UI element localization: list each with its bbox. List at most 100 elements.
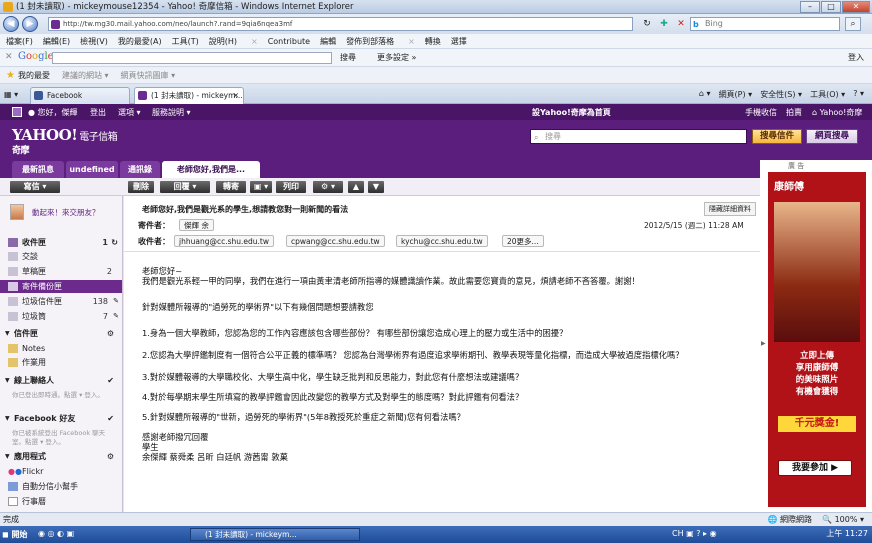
search-mail-button[interactable]: 搜尋信件	[752, 129, 802, 144]
section-online-contacts[interactable]: ▼ 線上聯絡人 ✔	[0, 374, 122, 387]
google-search-input[interactable]	[52, 52, 332, 64]
ad-collapse-icon[interactable]: ▶	[761, 340, 766, 347]
search-icon[interactable]: ⌕	[845, 17, 861, 31]
help-icon[interactable]: ? ▾	[853, 89, 864, 100]
sidebar-item-inbox[interactable]: 收件匣 1 ↻	[0, 236, 122, 249]
sidebar-item-mail-filter[interactable]: 自動分信小幫手	[0, 480, 122, 493]
edit-button[interactable]: 編輯	[320, 36, 336, 47]
maximize-button[interactable]: □	[821, 1, 841, 13]
menu-favorites[interactable]: 我的最愛(A)	[118, 36, 162, 47]
sidebar-item-spam[interactable]: 垃圾信件匣 138 ✎	[0, 295, 122, 308]
web-slice-gallery[interactable]: 網頁快訊圖庫 ▾	[121, 70, 176, 81]
back-icon[interactable]: ◀	[3, 16, 19, 32]
gear-icon[interactable]: ⚙	[107, 327, 114, 340]
sidebar-item-sent[interactable]: 寄件備份匣	[0, 280, 122, 293]
minimize-button[interactable]: –	[800, 1, 820, 13]
status-toggle-icon[interactable]: ✔	[107, 412, 114, 425]
safety-menu[interactable]: 安全性(S) ▾	[760, 89, 802, 100]
quick-launch-icons[interactable]: ◉ ◎ ◐ ▣	[38, 529, 74, 538]
sidebar-item-drafts[interactable]: 草稿匣 2	[0, 265, 122, 278]
sidebar-item-calendar[interactable]: 行事曆	[0, 495, 122, 508]
menu-help[interactable]: 說明(H)	[209, 36, 237, 47]
suggested-sites[interactable]: 建議的網站 ▾	[62, 70, 109, 81]
recipient-chip[interactable]: jhhuang@cc.shu.edu.tw	[174, 235, 274, 247]
auction-link[interactable]: 拍賣	[786, 107, 802, 118]
hide-details-button[interactable]: 隱藏詳細資料	[704, 202, 756, 216]
delete-button[interactable]: 刪除	[128, 181, 154, 193]
stop-icon[interactable]: ✕	[674, 17, 688, 31]
menu-view[interactable]: 檢視(V)	[80, 36, 108, 47]
page-menu[interactable]: 網頁(P) ▾	[719, 89, 753, 100]
move-folder-icon[interactable]: ▣ ▾	[250, 181, 272, 193]
section-folders[interactable]: ▼ 信件匣 ⚙	[0, 327, 122, 340]
forward-icon[interactable]: ▶	[22, 16, 38, 32]
close-button[interactable]: ✕	[842, 1, 870, 13]
options-link[interactable]: 選項 ▾	[118, 107, 141, 118]
gear-icon[interactable]: ⚙	[107, 450, 114, 463]
reply-button[interactable]: 回覆 ▾	[160, 181, 210, 193]
google-login[interactable]: 登入	[848, 52, 864, 63]
set-homepage-link[interactable]: 設Yahoo!奇摩為首頁	[532, 107, 611, 118]
compose-button[interactable]: 寫信 ▾	[10, 181, 60, 193]
bing-search-input[interactable]: b Bing	[690, 17, 840, 31]
print-button[interactable]: 列印	[276, 181, 306, 193]
ad-join-button[interactable]: 我要參加 ▶	[778, 460, 852, 476]
tab-contacts[interactable]: 通訊錄	[120, 161, 160, 178]
google-more-settings[interactable]: 更多設定 »	[377, 52, 416, 63]
menu-file[interactable]: 檔案(F)	[6, 36, 33, 47]
recipient-chip[interactable]: cpwang@cc.shu.edu.tw	[286, 235, 385, 247]
sidebar-item-conversations[interactable]: 交談	[0, 250, 122, 263]
tab-facebook[interactable]: Facebook	[30, 87, 130, 104]
url-input[interactable]: http://tw.mg30.mail.yahoo.com/neo/launch…	[48, 17, 633, 31]
sidebar-item-notes[interactable]: Notes	[0, 342, 122, 355]
zoom-level[interactable]: 🔍 100% ▾	[822, 513, 864, 526]
sidebar-item-flickr[interactable]: ●● Flickr	[0, 465, 122, 478]
menu-tools[interactable]: 工具(T)	[172, 36, 199, 47]
refresh-icon[interactable]: ↻	[111, 236, 118, 249]
yahoo-mail-logo[interactable]: YAHOO! 電子信箱 奇摩	[12, 126, 118, 156]
help-link[interactable]: 服務說明 ▾	[152, 107, 191, 118]
section-applications[interactable]: ▼ 應用程式 ⚙	[0, 450, 122, 463]
tab-undefined[interactable]: undefined	[66, 161, 118, 178]
convert-button[interactable]: 轉換	[425, 36, 441, 47]
yahoo-home-link[interactable]: ⌂ Yahoo!奇摩	[812, 107, 862, 118]
next-message-icon[interactable]: ▼	[368, 181, 384, 193]
select-button[interactable]: 選擇	[451, 36, 467, 47]
favorites-label[interactable]: 我的最愛	[18, 70, 50, 81]
home-icon[interactable]: ⌂ ▾	[699, 89, 711, 100]
kangshifu-ad-banner[interactable]: 康師傅 立即上傳 享用康師傅 的美味照片 有機會獲得 千元獎金! 我要參加 ▶	[768, 172, 866, 507]
mail-search-input[interactable]: ⌕ 搜尋	[530, 129, 747, 144]
close-tab-icon[interactable]: ✕	[233, 88, 239, 103]
section-facebook-friends[interactable]: ▼ Facebook 好友 ✔	[0, 412, 122, 425]
menu-edit[interactable]: 編輯(E)	[43, 36, 70, 47]
actions-gear-icon[interactable]: ⚙ ▾	[313, 181, 343, 193]
tab-yahoo-mail[interactable]: (1 封未讀取) - mickeym... ✕	[134, 87, 244, 104]
broom-icon[interactable]: ✎	[113, 310, 119, 323]
tab-latest-news[interactable]: 最新訊息	[12, 161, 64, 178]
mobile-mail-link[interactable]: 手機收信	[745, 107, 777, 118]
taskbar-item-ie[interactable]: (1 封未讀取) - mickeym...	[190, 528, 360, 541]
status-toggle-icon[interactable]: ✔	[107, 374, 114, 387]
avatar[interactable]	[10, 204, 24, 220]
tray-icons[interactable]: CH ▣ ? ▸ ◉	[672, 529, 717, 538]
blog-post-button[interactable]: 發佈到部落格	[346, 36, 394, 47]
sender-chip[interactable]: 傑輝 余	[179, 219, 214, 231]
forward-button[interactable]: 轉寄	[216, 181, 246, 193]
start-button[interactable]: ◼ 開始	[2, 527, 34, 542]
broom-icon[interactable]: ✎	[113, 295, 119, 308]
tab-open-message[interactable]: 老師您好,我們是...	[162, 161, 260, 178]
tools-menu[interactable]: 工具(O) ▾	[810, 89, 845, 100]
sidebar-item-trash[interactable]: 垃圾筒 7 ✎	[0, 310, 122, 323]
close-toolbar-icon[interactable]: ✕	[5, 52, 13, 62]
status-message[interactable]: 動起來！來交朋友？	[32, 207, 100, 218]
quick-tabs-icon[interactable]: ▦ ▾	[4, 90, 18, 99]
logout-link[interactable]: 登出	[90, 107, 106, 118]
contribute-button[interactable]: Contribute	[268, 37, 310, 46]
more-recipients-button[interactable]: 20更多...	[502, 235, 544, 247]
compat-icon[interactable]: ✚	[657, 17, 671, 31]
search-web-button[interactable]: 網頁搜尋	[806, 129, 858, 144]
recipient-chip[interactable]: kychu@cc.shu.edu.tw	[396, 235, 488, 247]
sidebar-item-homework[interactable]: 作業用	[0, 356, 122, 369]
refresh-icon[interactable]: ↻	[640, 17, 654, 31]
google-search-button[interactable]: 搜尋	[340, 52, 356, 63]
